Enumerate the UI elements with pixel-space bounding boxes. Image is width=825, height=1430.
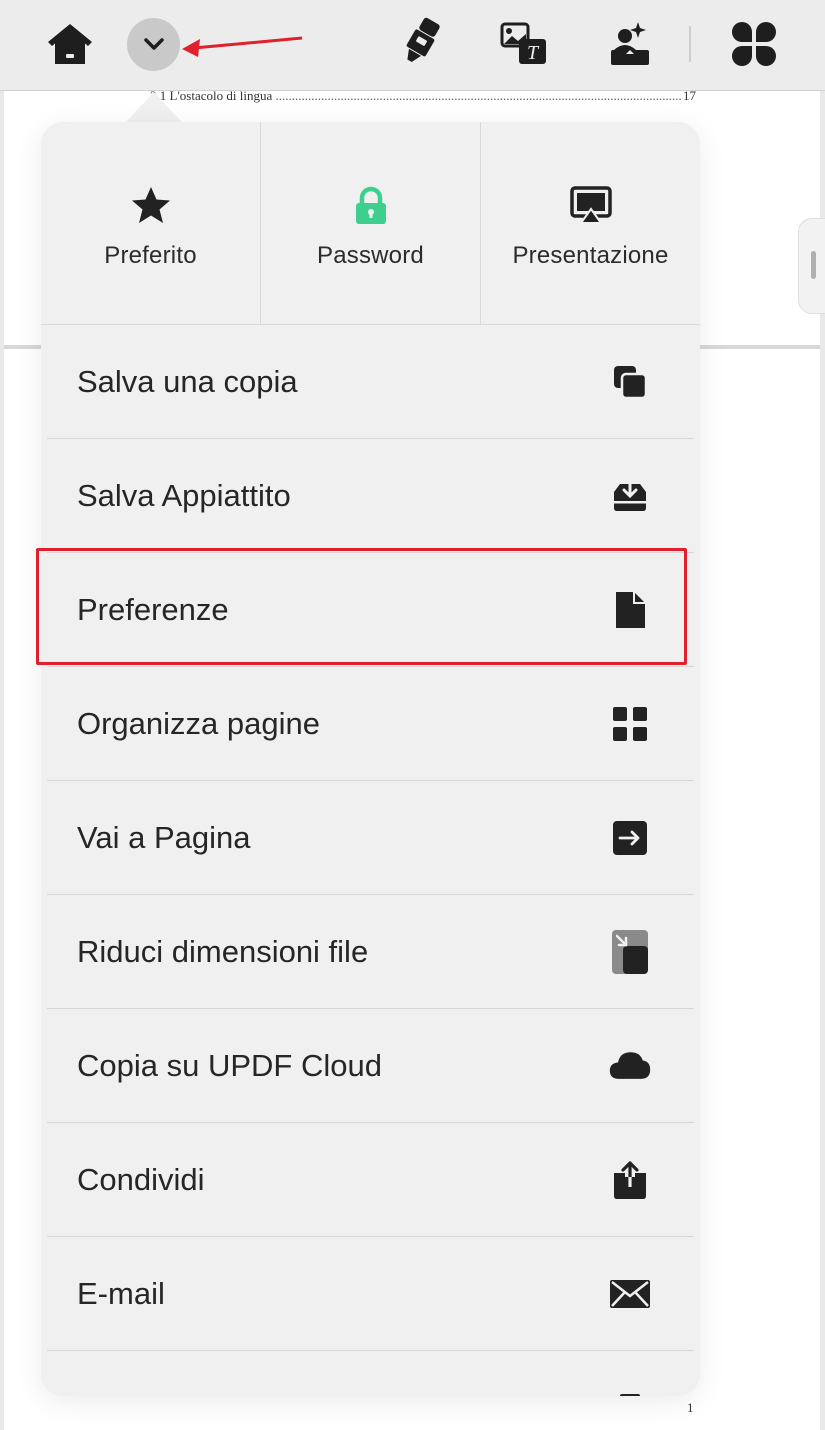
- menu-item-partial[interactable]: [41, 1351, 700, 1396]
- ocr-button[interactable]: T: [496, 18, 552, 70]
- quick-actions-row: Preferito Password Presentazione: [41, 122, 700, 325]
- ocr-icon: T: [500, 22, 546, 64]
- popover-caret: [126, 92, 182, 122]
- download-tray-icon: [608, 476, 652, 516]
- more-menu-popover: Preferito Password Presentazione Salva u…: [41, 122, 700, 1396]
- document-icon: [608, 590, 652, 630]
- password-label: Password: [317, 242, 424, 269]
- mail-icon: [608, 1274, 652, 1314]
- scroll-grip: [811, 251, 816, 279]
- menu-item-preferences[interactable]: Preferenze: [41, 553, 700, 667]
- apps-button[interactable]: [726, 18, 782, 70]
- menu-item-label: Organizza pagine: [77, 706, 320, 741]
- star-icon: [131, 187, 170, 223]
- partial-icon: [608, 1385, 652, 1396]
- more-dropdown-button[interactable]: [127, 18, 180, 71]
- menu-item-label: Vai a Pagina: [77, 820, 251, 855]
- compress-icon: [608, 930, 652, 974]
- menu-item-label: Preferenze: [77, 592, 229, 627]
- presentation-label: Presentazione: [512, 242, 669, 269]
- menu-item-label: Riduci dimensioni file: [77, 934, 369, 969]
- menu-item-go-to-page[interactable]: Vai a Pagina: [41, 781, 700, 895]
- page-number: 1: [687, 1400, 694, 1415]
- menu-list: Salva una copia Salva Appiattito Prefere…: [41, 325, 700, 1396]
- ai-image-button[interactable]: [603, 18, 659, 70]
- presentation-button[interactable]: Presentazione: [480, 122, 700, 324]
- menu-item-label: Salva Appiattito: [77, 478, 291, 513]
- menu-item-save-flattened[interactable]: Salva Appiattito: [41, 439, 700, 553]
- svg-text:T: T: [527, 42, 540, 64]
- home-button[interactable]: [42, 18, 98, 70]
- menu-item-label: Salva una copia: [77, 364, 298, 399]
- scroll-handle[interactable]: [798, 218, 825, 314]
- menu-item-reduce-size[interactable]: Riduci dimensioni file: [41, 895, 700, 1009]
- highlighter-icon: [406, 17, 440, 63]
- lock-icon: [355, 186, 386, 224]
- toolbar-divider: [689, 26, 691, 62]
- copy-icon: [608, 362, 652, 402]
- password-button[interactable]: Password: [260, 122, 480, 324]
- favorite-button[interactable]: Preferito: [41, 122, 260, 324]
- menu-item-label: Condividi: [77, 1162, 205, 1197]
- highlighter-button[interactable]: [393, 14, 449, 70]
- favorite-label: Preferito: [104, 242, 197, 269]
- cloud-icon: [608, 1046, 652, 1086]
- menu-item-copy-cloud[interactable]: Copia su UPDF Cloud: [41, 1009, 700, 1123]
- menu-item-save-copy[interactable]: Salva una copia: [41, 325, 700, 439]
- grid-icon: [608, 704, 652, 744]
- top-toolbar: T: [0, 0, 825, 91]
- menu-item-email[interactable]: E-mail: [41, 1237, 700, 1351]
- chevron-down-icon: [143, 37, 164, 50]
- menu-item-organize-pages[interactable]: Organizza pagine: [41, 667, 700, 781]
- annotation-arrow: [182, 36, 303, 57]
- menu-item-label: Copia su UPDF Cloud: [77, 1048, 382, 1083]
- share-icon: [608, 1160, 652, 1200]
- home-icon: [48, 24, 92, 64]
- menu-item-label: E-mail: [77, 1276, 165, 1311]
- presentation-icon: [569, 186, 612, 224]
- ai-image-icon: [611, 22, 649, 65]
- menu-item-share[interactable]: Condividi: [41, 1123, 700, 1237]
- apps-icon: [732, 22, 776, 66]
- go-to-page-icon: [608, 818, 652, 858]
